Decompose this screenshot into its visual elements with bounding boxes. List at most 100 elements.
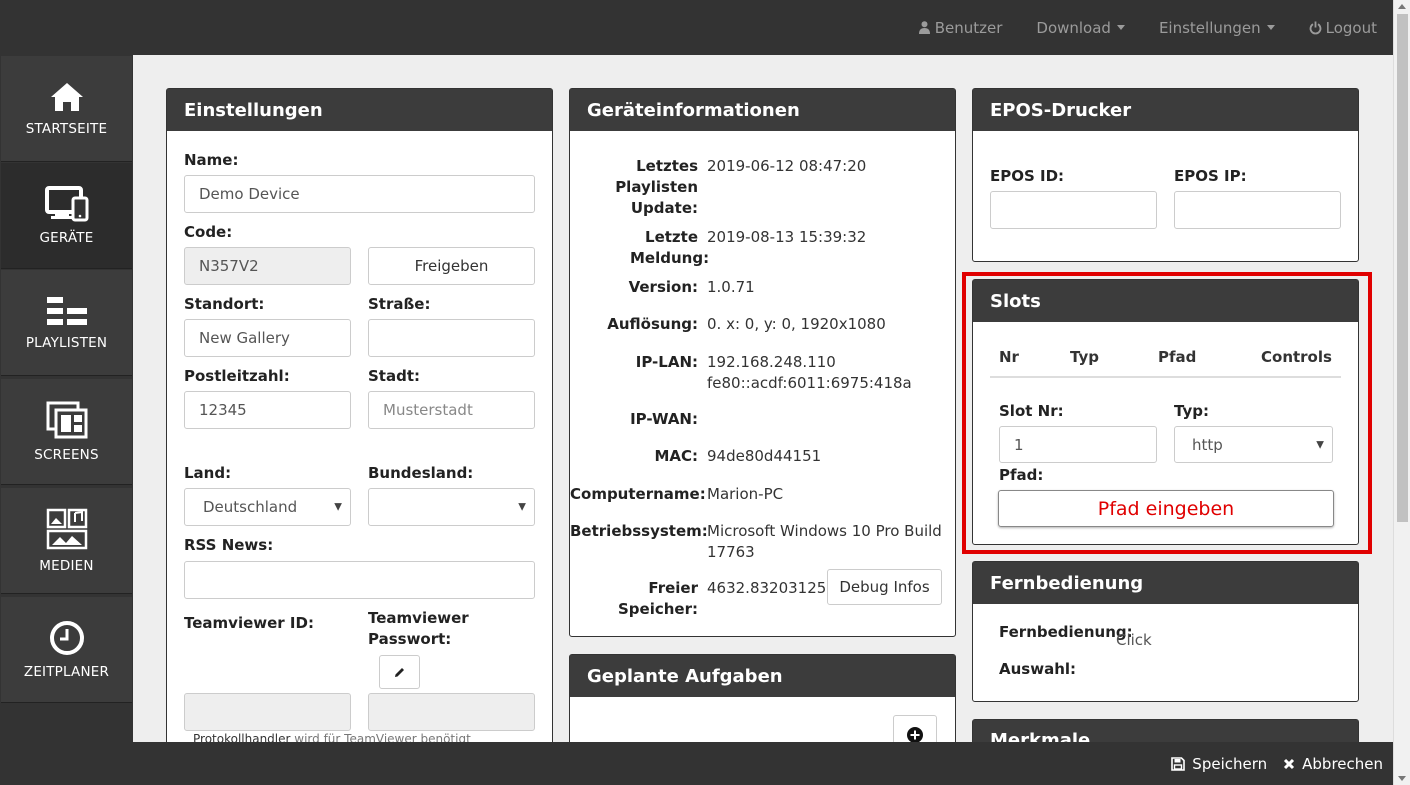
protocol-note-text: wird für TeamViewer benötigt	[294, 732, 471, 742]
street-label: Straße:	[368, 295, 431, 313]
save-label: Speichern	[1192, 754, 1268, 773]
playlist-icon	[46, 296, 87, 325]
sidebar-item-label: SCREENS	[34, 446, 99, 463]
teamviewer-password-input	[368, 693, 535, 731]
zip-input[interactable]: 12345	[184, 391, 351, 429]
user-menu[interactable]: Benutzer	[918, 19, 1002, 37]
epos-printer-panel: EPOS-Drucker EPOS ID: EPOS IP:	[972, 88, 1359, 262]
edit-password-button[interactable]	[379, 655, 420, 689]
logout-label: Logout	[1325, 18, 1377, 37]
chevron-down-icon	[1266, 25, 1275, 30]
street-input[interactable]	[368, 319, 535, 357]
info-value: 1.0.71	[707, 278, 755, 296]
country-label: Land:	[184, 464, 232, 482]
info-key: Auflösung:	[607, 315, 698, 333]
city-label: Stadt:	[368, 367, 421, 385]
dropdown-arrow-icon: ▼	[518, 501, 526, 513]
remote-value[interactable]: Click	[1116, 631, 1152, 649]
sidebar-item-label: GERÄTE	[39, 229, 94, 246]
sidebar-item-startseite[interactable]: STARTSEITE	[1, 56, 132, 162]
sidebar-item-screens[interactable]: SCREENS	[1, 379, 132, 485]
teamviewer-id-label: Teamviewer ID:	[184, 614, 314, 632]
footer-actions: Speichern Abbrechen	[1155, 742, 1383, 785]
top-nav: Benutzer Download Einstellungen Logout	[885, 0, 1377, 55]
remote-label: Fernbedienung:	[999, 623, 1133, 641]
panel-title: Merkmale	[973, 720, 1358, 742]
device-info-panel: Geräteinformationen Letztes Playlisten U…	[569, 88, 956, 637]
info-row: Letzte Meldung: 2019-08-13 15:39:32	[570, 227, 955, 269]
panel-title: Geräteinformationen	[570, 89, 955, 131]
panel-title: EPOS-Drucker	[973, 89, 1358, 131]
sidebar-item-playlisten[interactable]: PLAYLISTEN	[1, 270, 132, 376]
footer-bar: Speichern Abbrechen	[133, 742, 1393, 785]
info-key: IP-WAN:	[630, 410, 698, 428]
protocol-handler-link[interactable]: Protokollhandler	[193, 732, 290, 742]
info-key: MAC:	[654, 447, 698, 465]
sidebar-item-medien[interactable]: MEDIEN	[1, 488, 132, 594]
download-menu[interactable]: Download	[1036, 19, 1125, 37]
scrollbar-thumb[interactable]	[1397, 14, 1408, 522]
release-button[interactable]: Freigeben	[368, 247, 535, 285]
location-label: Standort:	[184, 295, 265, 313]
remote-control-panel: Fernbedienung Fernbedienung: Click Auswa…	[972, 561, 1359, 702]
state-select[interactable]: ▼	[368, 488, 535, 526]
sidebar-item-geraete[interactable]: GERÄTE	[1, 163, 132, 269]
info-row: Computername: Marion-PC	[570, 484, 955, 505]
info-value: Marion-PC	[707, 485, 784, 503]
panel-title: Geplante Aufgaben	[570, 655, 955, 697]
top-navbar: Benutzer Download Einstellungen Logout	[0, 0, 1393, 55]
state-label: Bundesland:	[368, 464, 474, 482]
rss-input[interactable]	[184, 561, 535, 599]
info-row: MAC: 94de80d44151	[570, 446, 955, 467]
floppy-disk-icon	[1171, 756, 1186, 771]
settings-panel: Einstellungen Name: Demo Device Code: N3…	[166, 88, 553, 742]
info-row: Auflösung: 0. x: 0, y: 0, 1920x1080	[570, 314, 955, 335]
info-key: Freier Speicher:	[618, 579, 698, 618]
info-key: Version:	[628, 278, 698, 296]
page-scrollbar[interactable]	[1393, 0, 1410, 785]
add-task-button[interactable]	[893, 715, 937, 742]
epos-ip-input[interactable]	[1174, 191, 1341, 229]
save-button[interactable]: Speichern	[1171, 755, 1267, 773]
epos-id-input[interactable]	[990, 191, 1157, 229]
info-key: Betriebssystem:	[570, 522, 708, 540]
power-icon	[1309, 21, 1322, 34]
teamviewer-password-label: Teamviewer Passwort:	[368, 609, 469, 648]
selection-label: Auswahl:	[999, 660, 1077, 678]
pencil-icon	[395, 667, 404, 677]
country-select-value: Deutschland	[203, 498, 298, 516]
name-input[interactable]: Demo Device	[184, 175, 535, 213]
sidebar-item-label: ZEITPLANER	[23, 663, 110, 680]
panel-title: Fernbedienung	[973, 562, 1358, 604]
code-label: Code:	[184, 223, 233, 241]
info-value: 0. x: 0, y: 0, 1920x1080	[707, 315, 886, 333]
panel-title: Einstellungen	[167, 89, 552, 131]
info-value: 192.168.248.110 fe80::acdf:6011:6975:418…	[707, 353, 912, 392]
sidebar-item-zeitplaner[interactable]: ZEITPLANER	[1, 597, 132, 703]
sidebar: STARTSEITE GERÄTE PLAYLISTEN SCREENS MED…	[0, 55, 133, 785]
screens-icon	[46, 401, 87, 438]
scroll-down-arrow-icon[interactable]	[1398, 776, 1406, 781]
dropdown-arrow-icon: ▼	[334, 501, 342, 513]
info-row: Version: 1.0.71	[570, 277, 955, 298]
country-select[interactable]: Deutschland ▼	[184, 488, 351, 526]
cancel-label: Abbrechen	[1302, 754, 1383, 773]
location-input[interactable]: New Gallery	[184, 319, 351, 357]
settings-menu-label: Einstellungen	[1158, 18, 1261, 37]
protocol-note: Protokollhandler wird für TeamViewer ben…	[193, 732, 471, 742]
info-key: Letzte Meldung:	[630, 228, 710, 267]
debug-info-button[interactable]: Debug Infos	[827, 569, 942, 605]
logout-link[interactable]: Logout	[1309, 19, 1377, 37]
close-icon	[1284, 758, 1295, 769]
info-value: 4632.83203125	[707, 579, 827, 597]
info-value: 94de80d44151	[707, 447, 822, 465]
features-panel: Merkmale	[972, 719, 1359, 742]
devices-icon	[44, 185, 88, 221]
info-row: Letztes Playlisten Update: 2019-06-12 08…	[570, 156, 955, 219]
cancel-button[interactable]: Abbrechen	[1283, 755, 1383, 773]
home-icon	[50, 82, 83, 111]
scroll-up-arrow-icon[interactable]	[1398, 4, 1406, 9]
settings-menu[interactable]: Einstellungen	[1159, 19, 1275, 37]
city-input[interactable]: Musterstadt	[368, 391, 535, 429]
teamviewer-id-input	[184, 693, 351, 731]
